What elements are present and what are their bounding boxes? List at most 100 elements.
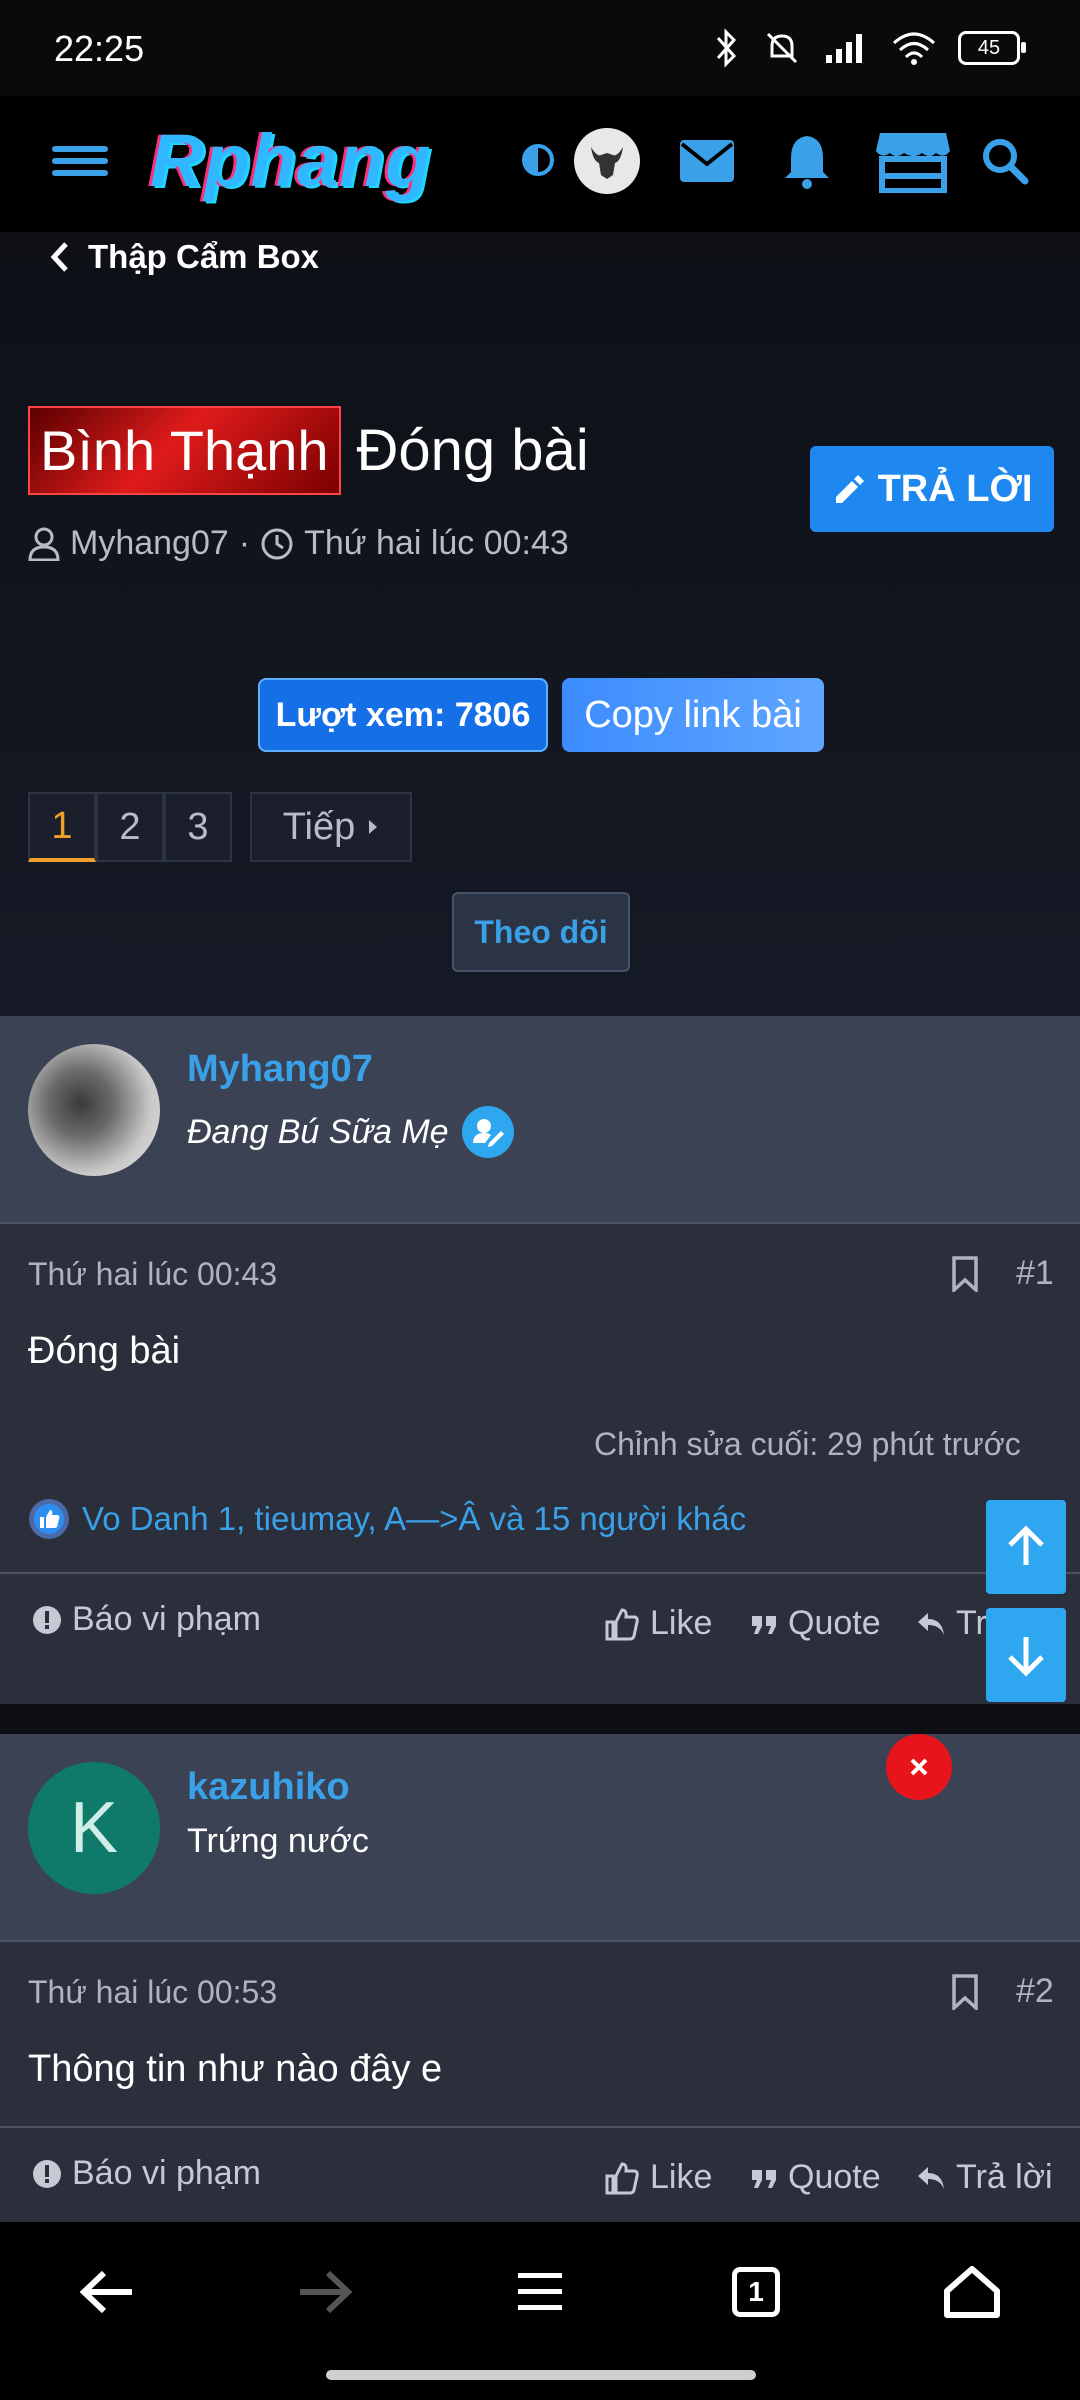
mute-icon (766, 32, 798, 64)
follow-button[interactable]: Theo dõi (452, 892, 630, 972)
post-2-reply-label: Trả lời (956, 2158, 1053, 2196)
thread-title-row: Bình Thạnh Đóng bài (28, 406, 589, 495)
forward-button[interactable] (284, 2252, 364, 2332)
close-ad-button[interactable] (886, 1734, 952, 1800)
thread-time: Thứ hai lúc 00:43 (304, 524, 569, 562)
theme-toggle-icon[interactable] (522, 144, 554, 176)
post-2-reply-button[interactable]: Trả lời (916, 2158, 1053, 2197)
signal-icon (826, 34, 862, 63)
site-logo[interactable]: Rphang (150, 118, 431, 203)
post-1-report-link[interactable]: Báo vi phạm (32, 1600, 261, 1639)
post-1-reply-button[interactable]: Tr (916, 1604, 987, 1643)
page-3-button[interactable]: 3 (164, 792, 232, 862)
post-1-user-block (0, 1016, 1080, 1222)
battery-icon: 45 (958, 31, 1026, 65)
quote-icon (752, 1615, 776, 1634)
thread-title: Đóng bài (356, 418, 589, 483)
chevron-left-icon (50, 242, 68, 272)
report-alert-icon (33, 2159, 61, 2188)
verified-user-icon (461, 1106, 514, 1158)
arrow-right-icon (300, 2270, 352, 2314)
pencil-icon (835, 475, 864, 503)
page-2-button[interactable]: 2 (96, 792, 164, 862)
post-1-actions: Báo vi phạm Like Quote Tr (0, 1600, 1080, 1680)
post-2-quote-button[interactable]: Quote (750, 2158, 881, 2197)
post-2-like-button[interactable]: Like (604, 2158, 712, 2197)
post-1-report-label: Báo vi phạm (72, 1600, 261, 1638)
post-1-edited-note: Chỉnh sửa cuối: 29 phút trước (594, 1426, 1021, 1462)
arrow-up-icon (1008, 1525, 1044, 1565)
post-1-quote-label: Quote (788, 1604, 881, 1642)
post-2-text: Thông tin như nào đây e (28, 2048, 443, 2090)
thread-author[interactable]: Myhang07 (70, 524, 229, 563)
inbox-mail-icon[interactable] (672, 128, 742, 194)
page-1-button[interactable]: 1 (28, 792, 96, 862)
post-2-date: Thứ hai lúc 00:53 (28, 1974, 278, 2010)
post-2-avatar[interactable]: K (28, 1762, 160, 1894)
post-1-avatar[interactable] (28, 1044, 160, 1176)
bookmark-icon[interactable] (950, 1255, 980, 1292)
post-2-number[interactable]: #2 (1016, 1972, 1054, 2011)
post-1-text: Đóng bài (28, 1330, 181, 1372)
breadcrumb[interactable]: Thập Cẩm Box (48, 238, 319, 276)
search-icon[interactable] (970, 128, 1040, 194)
menu-button[interactable] (52, 140, 108, 184)
post-1-number[interactable]: #1 (1016, 1254, 1054, 1293)
bluetooth-icon (716, 28, 737, 68)
post-1-date: Thứ hai lúc 00:43 (28, 1256, 278, 1292)
notifications-bell-icon[interactable] (772, 128, 842, 194)
status-icons: 45 (714, 26, 1026, 70)
breadcrumb-label: Thập Cẩm Box (88, 238, 320, 275)
wifi-icon (892, 32, 936, 65)
post-2-report-label: Báo vi phạm (72, 2154, 261, 2192)
gesture-home-indicator[interactable] (326, 2370, 756, 2380)
arrow-left-icon (80, 2270, 132, 2314)
status-bar: 22:25 45 (0, 0, 1080, 96)
post-1-header-actions: #1 (950, 1254, 1054, 1293)
reply-thread-label: TRẢ LỜI (877, 467, 1033, 510)
browser-menu-button[interactable] (500, 2252, 580, 2332)
post-1-like-button[interactable]: Like (604, 1604, 712, 1643)
caret-right-icon (369, 820, 378, 834)
bookmark-icon[interactable] (950, 1973, 980, 2010)
report-alert-icon (33, 1605, 61, 1634)
post-1-reactions[interactable]: Vo Danh 1, tieumay, A—>Â và 15 người khá… (28, 1498, 746, 1540)
quote-icon (752, 2169, 776, 2188)
scroll-bottom-button[interactable] (986, 1608, 1066, 1702)
tabs-count-icon: 1 (732, 2267, 780, 2317)
next-page-button[interactable]: Tiếp (250, 792, 412, 862)
close-icon (910, 1758, 928, 1776)
scroll-top-button[interactable] (986, 1500, 1066, 1594)
post-1-reactions-text: Vo Danh 1, tieumay, A—>Â và 15 người khá… (82, 1500, 747, 1537)
thread-prefix-label[interactable]: Bình Thạnh (28, 406, 341, 495)
arrow-down-icon (1008, 1637, 1044, 1677)
thumbs-up-icon (605, 2161, 639, 2194)
post-1-like-label: Like (650, 1604, 713, 1642)
home-icon (944, 2266, 1000, 2318)
home-button[interactable] (932, 2252, 1012, 2332)
post-1-username[interactable]: Myhang07 (187, 1048, 373, 1091)
post-2-username[interactable]: kazuhiko (187, 1766, 350, 1809)
hamburger-menu-icon (518, 2273, 562, 2310)
post-2-quote-label: Quote (788, 2158, 881, 2196)
reply-thread-button[interactable]: TRẢ LỜI (810, 446, 1054, 532)
pagination: 1 2 3 Tiếp (28, 792, 412, 862)
back-button[interactable] (68, 2252, 148, 2332)
post-1-actions-divider (0, 1572, 1080, 1574)
post-2-actions: Báo vi phạm Like Quote Trả lời (0, 2154, 1080, 2214)
post-1-quote-button[interactable]: Quote (750, 1604, 881, 1643)
user-icon (28, 527, 60, 561)
reply-arrow-icon (918, 1612, 944, 1635)
store-icon[interactable] (872, 128, 954, 194)
clock-icon (261, 528, 293, 559)
tabs-button[interactable]: 1 (716, 2252, 796, 2332)
next-page-label: Tiếp (282, 805, 356, 848)
views-count-badge: Lượt xem: 7806 (258, 678, 548, 752)
post-1-user-title: Đang Bú Sữa Mẹ (187, 1105, 515, 1159)
bull-avatar-icon (591, 147, 623, 179)
post-2-report-link[interactable]: Báo vi phạm (32, 2154, 261, 2193)
account-avatar[interactable] (574, 128, 640, 194)
thread-meta: Myhang07 · Thứ hai lúc 00:43 (28, 524, 569, 563)
copy-link-button[interactable]: Copy link bài (562, 678, 824, 752)
post-2-header-actions: #2 (950, 1972, 1054, 2011)
